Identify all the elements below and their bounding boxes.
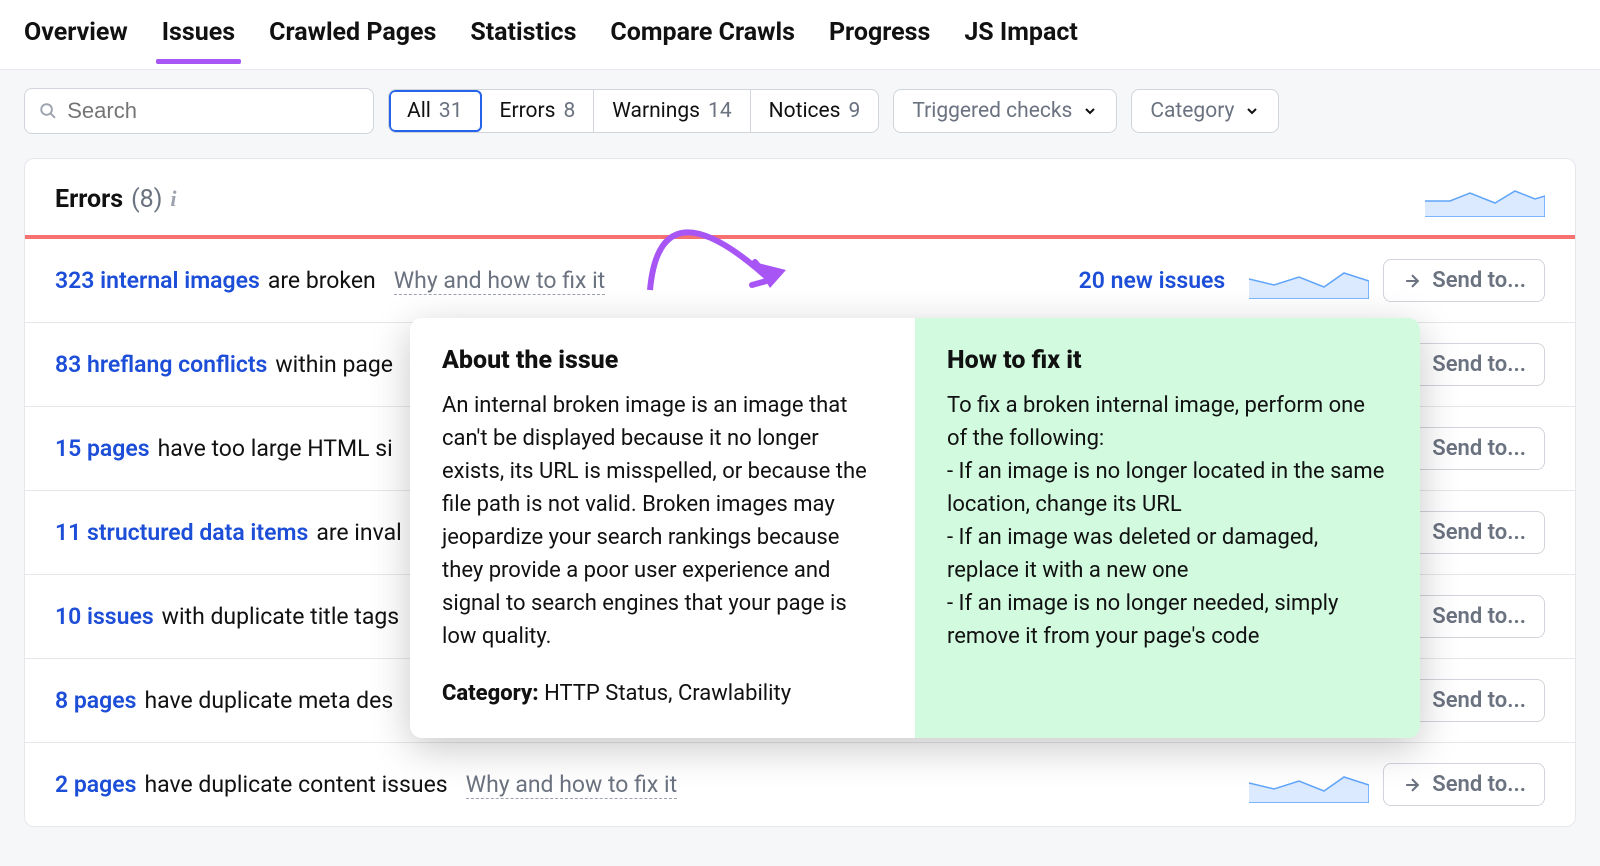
about-title: About the issue — [442, 346, 883, 375]
issue-suffix: within page — [275, 351, 393, 378]
issue-link[interactable]: 83 hreflang conflicts — [55, 351, 267, 378]
issue-link[interactable]: 323 internal images — [55, 267, 260, 294]
tooltip-fix: How to fix it To fix a broken internal i… — [915, 318, 1420, 738]
sparkline-row — [1249, 767, 1369, 803]
category-label: Category: — [442, 681, 539, 706]
main-tabs: Overview Issues Crawled Pages Statistics Com… — [0, 0, 1600, 70]
issue-link[interactable]: 2 pages — [55, 771, 136, 798]
fix-body: To fix a broken internal image, perform … — [947, 389, 1388, 653]
about-body: An internal broken image is an image tha… — [442, 389, 883, 653]
issue-link[interactable]: 8 pages — [55, 687, 136, 714]
issue-row: 323 internal images are broken Why and how… — [25, 239, 1575, 323]
send-to-button[interactable]: Send to... — [1383, 259, 1545, 302]
chevron-down-icon — [1244, 103, 1260, 119]
issue-link[interactable]: 15 pages — [55, 435, 150, 462]
why-and-how-link[interactable]: Why and how to fix it — [394, 267, 605, 295]
filter-errors[interactable]: Errors 8 — [482, 90, 595, 132]
issue-suffix: with duplicate title tags — [162, 603, 399, 630]
fix-title: How to fix it — [947, 346, 1388, 375]
issue-link[interactable]: 11 structured data items — [55, 519, 308, 546]
new-issues-link[interactable]: 20 new issues — [1079, 267, 1226, 294]
search-icon — [39, 101, 57, 121]
filter-bar: All 31Errors 8Warnings 14Notices 9 Trigg… — [0, 70, 1600, 152]
sparkline-header — [1425, 181, 1545, 217]
panel-header: Errors (8) i — [25, 159, 1575, 235]
dropdown-category[interactable]: Category — [1131, 89, 1279, 133]
issue-row: 2 pages have duplicate content issues Why … — [25, 743, 1575, 826]
issue-link[interactable]: 10 issues — [55, 603, 154, 630]
issue-suffix: are broken — [268, 267, 376, 294]
send-to-button[interactable]: Send to... — [1383, 763, 1545, 806]
search-input[interactable] — [67, 98, 359, 124]
tab-overview[interactable]: Overview — [24, 18, 128, 59]
dropdown-triggered-checks[interactable]: Triggered checks — [893, 89, 1117, 133]
issue-suffix: are inval — [316, 519, 401, 546]
send-arrow-icon — [1402, 775, 1422, 795]
tab-crawled-pages[interactable]: Crawled Pages — [269, 18, 436, 59]
tooltip-about: About the issue An internal broken image… — [410, 318, 915, 738]
tab-statistics[interactable]: Statistics — [470, 18, 576, 59]
section-count: (8) — [131, 185, 162, 214]
tab-progress[interactable]: Progress — [829, 18, 930, 59]
category-value: HTTP Status, Crawlability — [544, 681, 791, 706]
chevron-down-icon — [1082, 103, 1098, 119]
filter-warnings[interactable]: Warnings 14 — [594, 90, 750, 132]
info-icon[interactable]: i — [170, 186, 176, 212]
tab-js-impact[interactable]: JS Impact — [964, 18, 1077, 59]
sparkline-row — [1249, 263, 1369, 299]
issue-suffix: have duplicate content issues — [144, 771, 447, 798]
send-arrow-icon — [1402, 271, 1422, 291]
filter-notices[interactable]: Notices 9 — [751, 90, 879, 132]
section-title: Errors — [55, 185, 123, 214]
filter-all[interactable]: All 31 — [389, 90, 482, 132]
tab-issues[interactable]: Issues — [162, 18, 235, 59]
type-filter-group: All 31Errors 8Warnings 14Notices 9 — [388, 89, 879, 133]
search-input-container[interactable] — [24, 88, 374, 134]
tab-compare-crawls[interactable]: Compare Crawls — [610, 18, 795, 59]
issue-tooltip: About the issue An internal broken image… — [410, 318, 1420, 738]
issue-suffix: have duplicate meta des — [144, 687, 393, 714]
issue-suffix: have too large HTML si — [158, 435, 393, 462]
why-and-how-link[interactable]: Why and how to fix it — [466, 771, 677, 799]
